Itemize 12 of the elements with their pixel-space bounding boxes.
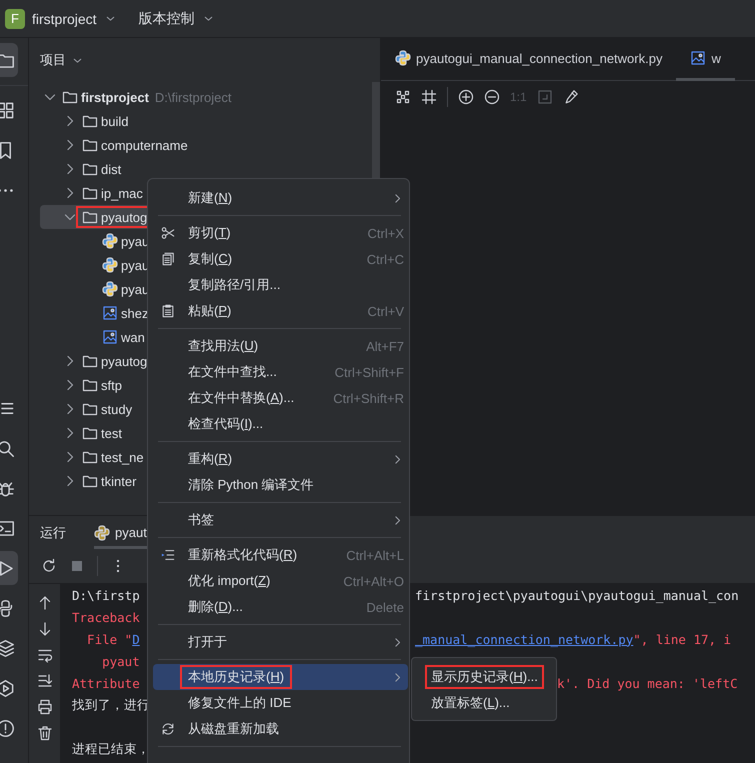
console-line: File "D <box>86 632 140 646</box>
panel-title: 运行 <box>40 524 66 542</box>
console-line: firstproject\pyautogui\pyautogui_manual_con <box>415 588 739 602</box>
console-line: 进程已结束， <box>72 740 150 756</box>
console-line: pyaut <box>101 654 140 668</box>
console-line: Traceback <box>72 610 140 624</box>
panel-title: 项目 <box>40 51 66 69</box>
project-badge: F <box>5 8 25 28</box>
console-line: D:\firstp <box>72 588 140 602</box>
console-line: _manual_connection_network.py", line 17, i <box>415 632 732 646</box>
console-line: k'. Did you mean: 'leftC <box>557 676 738 690</box>
console-line: Attribute <box>72 676 140 690</box>
